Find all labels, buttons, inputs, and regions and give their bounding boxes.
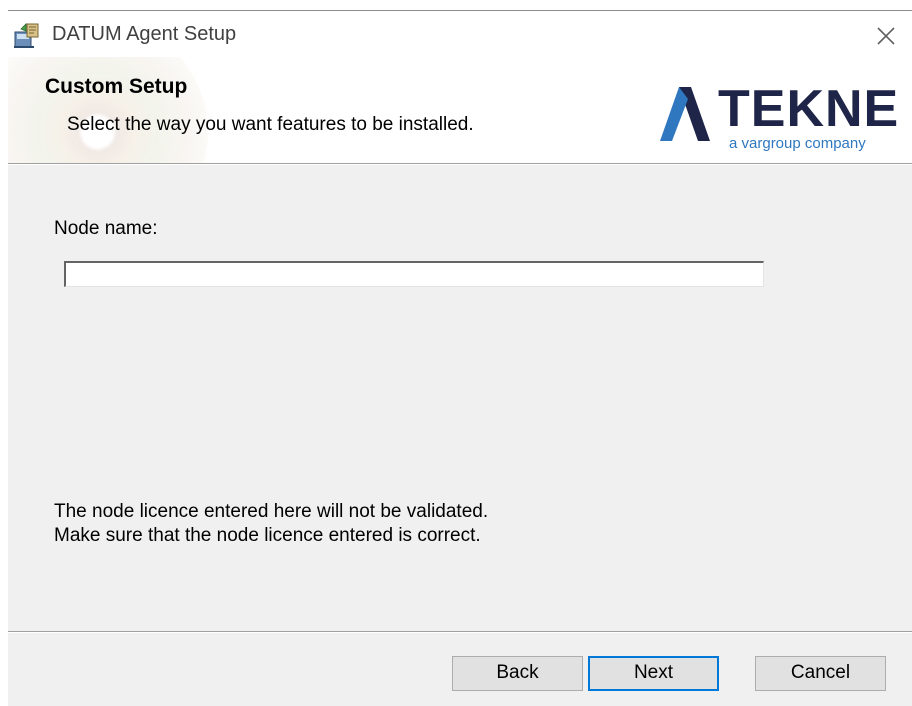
logo-tagline: a vargroup company <box>729 135 866 152</box>
cd-disc-graphic <box>8 57 208 163</box>
page-title: Custom Setup <box>45 75 188 98</box>
logo-wordmark: TEKNE <box>718 80 900 138</box>
next-button[interactable]: Next <box>588 656 719 691</box>
licence-note-line-2: Make sure that the node licence entered … <box>54 525 481 546</box>
header-divider-highlight <box>8 164 912 165</box>
title-bar[interactable]: DATUM Agent Setup <box>8 11 912 57</box>
node-name-input[interactable] <box>64 261 764 287</box>
setup-dialog: DATUM Agent Setup Custom Setup Select th… <box>8 10 912 706</box>
header-banner: Custom Setup Select the way you want fea… <box>8 57 912 163</box>
tekne-logo: TEKNE a vargroup company <box>658 80 908 153</box>
cancel-button[interactable]: Cancel <box>755 656 886 691</box>
close-icon[interactable] <box>866 15 906 55</box>
window-title: DATUM Agent Setup <box>52 23 237 45</box>
page-subtitle: Select the way you want features to be i… <box>67 114 474 135</box>
installer-package-icon <box>14 23 39 48</box>
licence-note: The node licence entered here will not b… <box>54 500 488 548</box>
footer-divider-highlight <box>8 632 912 633</box>
tekne-logo-mark <box>660 87 710 141</box>
back-button[interactable]: Back <box>452 656 583 691</box>
node-name-label: Node name: <box>54 218 158 239</box>
licence-note-line-1: The node licence entered here will not b… <box>54 501 489 522</box>
